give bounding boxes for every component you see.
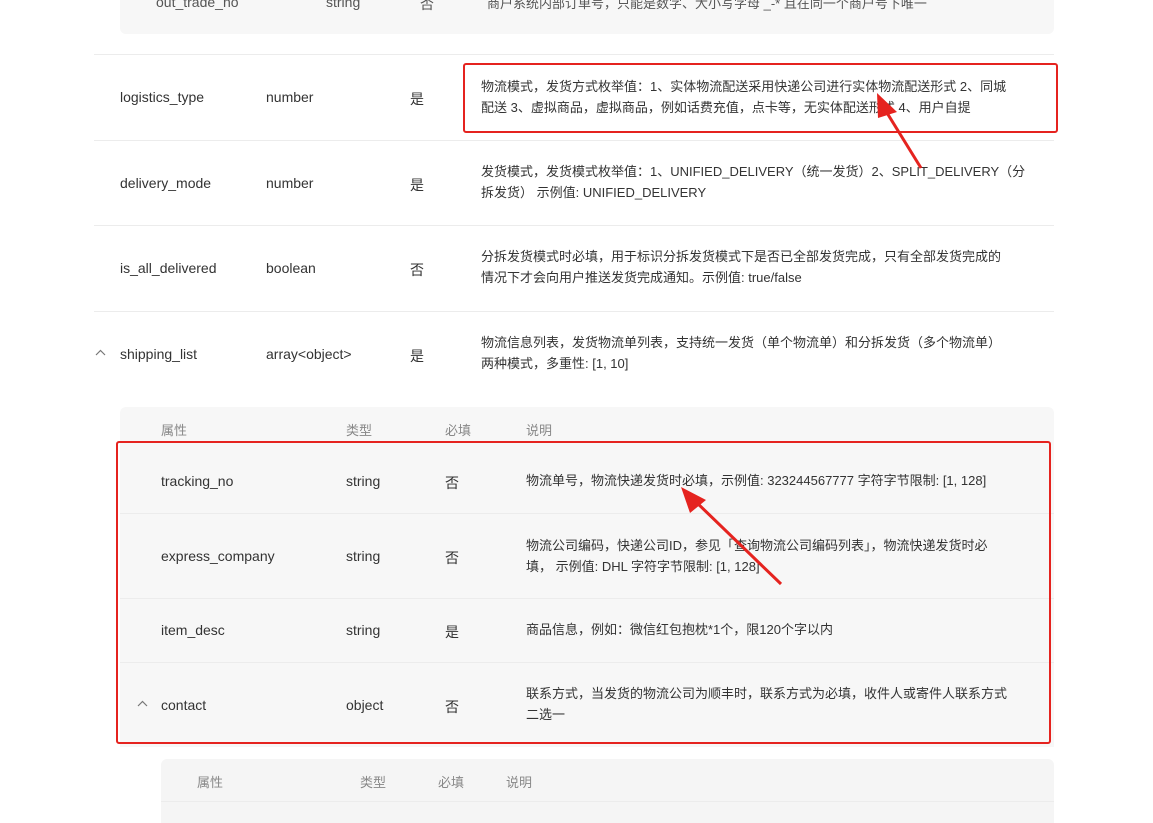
description-line: 物流公司编码，快递公司ID，参见「查询物流公司编码列表」，物流快递发货时必 <box>526 538 988 553</box>
row-divider <box>94 311 1054 312</box>
param-required: 否 <box>445 475 459 491</box>
description-line: 填， 示例值: DHL 字符字节限制: [1, 128] <box>526 559 760 574</box>
param-required: 是 <box>410 177 424 193</box>
chevron-up-icon-glyph <box>137 700 148 707</box>
param-description: 商户系统内部订单号，只能是数字、大小写字母 _-* 且在同一个商户号下唯一 <box>487 0 927 11</box>
header-type: 类型 <box>360 775 387 790</box>
description-line: 情况下才会向用户推送发货完成通知。示例值: true/false <box>481 270 802 285</box>
row-divider <box>94 140 1054 141</box>
param-description: 物流模式，发货方式枚举值：1、实体物流配送采用快递公司进行实体物流配送形式 2、… <box>481 76 1056 118</box>
row-divider <box>120 598 1054 599</box>
header-description: 说明 <box>526 423 553 438</box>
param-description: 发货模式，发货模式枚举值：1、UNIFIED_DELIVERY（统一发货）2、S… <box>481 161 1056 203</box>
row-divider <box>94 54 1054 55</box>
chevron-up-icon[interactable] <box>95 348 106 359</box>
param-type: string <box>346 473 381 489</box>
description-line: 物流模式，发货方式枚举值：1、实体物流配送采用快递公司进行实体物流配送形式 2、… <box>481 79 1007 94</box>
param-name: is_all_delivered <box>120 260 217 276</box>
param-type: string <box>346 622 381 638</box>
row-divider <box>120 513 1054 514</box>
header-attr: 属性 <box>197 775 224 790</box>
header-attr: 属性 <box>161 423 188 438</box>
param-type: object <box>346 697 384 713</box>
description-line: 物流信息列表，发货物流单列表，支持统一发货（单个物流单）和分拆发货（多个物流单） <box>481 335 1002 350</box>
description-line: 联系方式，当发货的物流公司为顺丰时，联系方式为必填，收件人或寄件人联系方式 <box>526 686 1008 701</box>
param-description: 分拆发货模式时必填，用于标识分拆发货模式下是否已全部发货完成，只有全部发货完成的… <box>481 246 1056 288</box>
param-type: number <box>266 89 314 105</box>
description-line: 商品信息，例如：微信红包抱枕*1个，限120个字以内 <box>526 622 833 637</box>
param-required: 否 <box>420 0 434 12</box>
param-name: shipping_list <box>120 346 198 362</box>
param-type: string <box>326 0 361 10</box>
param-description: 物流单号，物流快递发货时必填，示例值: 323244567777 字符字节限制:… <box>526 470 1046 491</box>
param-required: 是 <box>445 624 459 640</box>
nested-table-panel-level2 <box>161 759 1054 823</box>
chevron-up-icon[interactable] <box>137 699 148 710</box>
param-name: tracking_no <box>161 473 234 489</box>
description-line: 拆发货） 示例值: UNIFIED_DELIVERY <box>481 185 707 200</box>
param-name: express_company <box>161 548 275 564</box>
param-type: number <box>266 175 314 191</box>
header-description: 说明 <box>506 775 533 790</box>
row-divider <box>161 801 1054 802</box>
param-description: 物流信息列表，发货物流单列表，支持统一发货（单个物流单）和分拆发货（多个物流单）… <box>481 332 1056 374</box>
param-name: out_trade_no <box>156 0 239 10</box>
header-required: 必填 <box>445 423 472 438</box>
param-name: contact <box>161 697 207 713</box>
param-required: 否 <box>445 699 459 715</box>
param-required: 是 <box>410 91 424 107</box>
param-required: 否 <box>445 550 459 566</box>
description-line: 配送 3、虚拟商品，虚拟商品，例如话费充值，点卡等，无实体配送形式 4、用户自提 <box>481 100 971 115</box>
row-divider <box>120 662 1054 663</box>
description-line: 发货模式，发货模式枚举值：1、UNIFIED_DELIVERY（统一发货）2、S… <box>481 164 1026 179</box>
description-line: 分拆发货模式时必填，用于标识分拆发货模式下是否已全部发货完成，只有全部发货完成的 <box>481 249 1002 264</box>
param-name: delivery_mode <box>120 175 212 191</box>
description-line: 二选一 <box>526 707 566 722</box>
description-line: 两种模式，多重性: [1, 10] <box>481 356 629 371</box>
header-type: 类型 <box>346 423 373 438</box>
param-description: 商品信息，例如：微信红包抱枕*1个，限120个字以内 <box>526 619 1046 640</box>
row-divider <box>94 225 1054 226</box>
param-type: string <box>346 548 381 564</box>
param-name: item_desc <box>161 622 225 638</box>
header-required: 必填 <box>438 775 465 790</box>
chevron-up-icon-glyph <box>95 349 106 356</box>
param-required: 否 <box>410 262 424 278</box>
param-description: 联系方式，当发货的物流公司为顺丰时，联系方式为必填，收件人或寄件人联系方式 二选… <box>526 683 1046 725</box>
param-name: logistics_type <box>120 89 205 105</box>
param-type: array<object> <box>266 346 352 362</box>
param-type: boolean <box>266 260 316 276</box>
description-line: 物流单号，物流快递发货时必填，示例值: 323244567777 字符字节限制:… <box>526 473 987 488</box>
param-description: 物流公司编码，快递公司ID，参见「查询物流公司编码列表」，物流快递发货时必 填，… <box>526 535 1046 577</box>
param-required: 是 <box>410 348 424 364</box>
